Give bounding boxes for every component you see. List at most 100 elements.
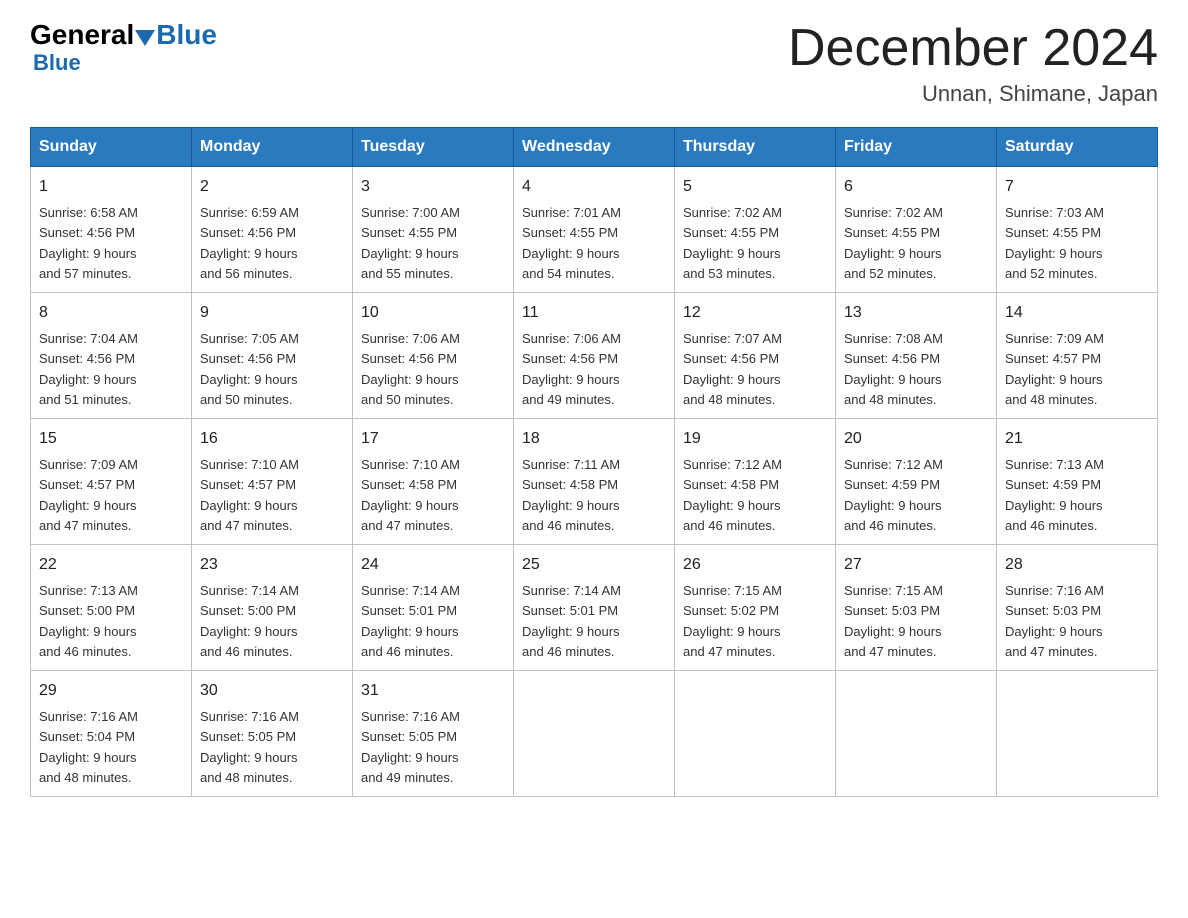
day-number: 1 <box>39 175 183 199</box>
calendar-cell: 3 Sunrise: 7:00 AM Sunset: 4:55 PM Daylig… <box>353 167 514 293</box>
calendar-cell <box>836 671 997 797</box>
day-number: 7 <box>1005 175 1149 199</box>
calendar-cell: 21 Sunrise: 7:13 AM Sunset: 4:59 PM Dayli… <box>997 419 1158 545</box>
logo-triangle-icon <box>135 30 155 46</box>
calendar-body: 1Sunrise: 6:58 AM Sunset: 4:56 PM Daylig… <box>31 167 1158 797</box>
calendar-cell: 10 Sunrise: 7:06 AM Sunset: 4:56 PM Dayli… <box>353 293 514 419</box>
week-row-4: 22Sunrise: 7:13 AM Sunset: 5:00 PM Dayli… <box>31 545 1158 671</box>
day-number: 31 <box>361 679 505 703</box>
day-info: Sunrise: 7:16 AM Sunset: 5:05 PM Dayligh… <box>200 709 299 785</box>
week-row-1: 1Sunrise: 6:58 AM Sunset: 4:56 PM Daylig… <box>31 167 1158 293</box>
day-number: 30 <box>200 679 344 703</box>
page-header: GeneralBlue Blue December 2024 Unnan, Sh… <box>30 20 1158 107</box>
calendar-cell: 27 Sunrise: 7:15 AM Sunset: 5:03 PM Dayli… <box>836 545 997 671</box>
calendar-cell: 14Sunrise: 7:09 AM Sunset: 4:57 PM Dayli… <box>997 293 1158 419</box>
header-day-tuesday: Tuesday <box>353 128 514 167</box>
calendar-cell: 23 Sunrise: 7:14 AM Sunset: 5:00 PM Dayli… <box>192 545 353 671</box>
logo-general-text: General <box>30 20 134 51</box>
week-row-5: 29Sunrise: 7:16 AM Sunset: 5:04 PM Dayli… <box>31 671 1158 797</box>
calendar-cell: 13 Sunrise: 7:08 AM Sunset: 4:56 PM Dayli… <box>836 293 997 419</box>
day-number: 28 <box>1005 553 1149 577</box>
header-day-friday: Friday <box>836 128 997 167</box>
calendar-cell: 28Sunrise: 7:16 AM Sunset: 5:03 PM Dayli… <box>997 545 1158 671</box>
day-info: Sunrise: 7:16 AM Sunset: 5:05 PM Dayligh… <box>361 709 460 785</box>
calendar-cell: 20 Sunrise: 7:12 AM Sunset: 4:59 PM Dayli… <box>836 419 997 545</box>
header-day-sunday: Sunday <box>31 128 192 167</box>
day-info: Sunrise: 7:16 AM Sunset: 5:04 PM Dayligh… <box>39 709 138 785</box>
logo-blue-text: Blue <box>156 20 217 51</box>
header-row: SundayMondayTuesdayWednesdayThursdayFrid… <box>31 128 1158 167</box>
day-info: Sunrise: 7:08 AM Sunset: 4:56 PM Dayligh… <box>844 331 943 407</box>
calendar-cell: 29Sunrise: 7:16 AM Sunset: 5:04 PM Dayli… <box>31 671 192 797</box>
calendar-cell: 7Sunrise: 7:03 AM Sunset: 4:55 PM Daylig… <box>997 167 1158 293</box>
day-info: Sunrise: 7:01 AM Sunset: 4:55 PM Dayligh… <box>522 205 621 281</box>
calendar-cell: 2 Sunrise: 6:59 AM Sunset: 4:56 PM Daylig… <box>192 167 353 293</box>
day-info: Sunrise: 7:14 AM Sunset: 5:01 PM Dayligh… <box>361 583 460 659</box>
calendar-cell: 19 Sunrise: 7:12 AM Sunset: 4:58 PM Dayli… <box>675 419 836 545</box>
day-info: Sunrise: 7:04 AM Sunset: 4:56 PM Dayligh… <box>39 331 138 407</box>
calendar-cell: 12 Sunrise: 7:07 AM Sunset: 4:56 PM Dayli… <box>675 293 836 419</box>
calendar-cell: 4 Sunrise: 7:01 AM Sunset: 4:55 PM Daylig… <box>514 167 675 293</box>
day-number: 5 <box>683 175 827 199</box>
day-info: Sunrise: 7:12 AM Sunset: 4:59 PM Dayligh… <box>844 457 943 533</box>
calendar-cell: 25Sunrise: 7:14 AM Sunset: 5:01 PM Dayli… <box>514 545 675 671</box>
calendar-cell: 30 Sunrise: 7:16 AM Sunset: 5:05 PM Dayli… <box>192 671 353 797</box>
day-info: Sunrise: 7:13 AM Sunset: 4:59 PM Dayligh… <box>1005 457 1104 533</box>
day-number: 21 <box>1005 427 1149 451</box>
day-info: Sunrise: 7:15 AM Sunset: 5:02 PM Dayligh… <box>683 583 782 659</box>
calendar-cell: 17Sunrise: 7:10 AM Sunset: 4:58 PM Dayli… <box>353 419 514 545</box>
calendar-cell <box>997 671 1158 797</box>
location-subtitle: Unnan, Shimane, Japan <box>788 81 1158 107</box>
title-section: December 2024 Unnan, Shimane, Japan <box>788 20 1158 107</box>
logo-blue-label: Blue <box>30 51 217 75</box>
day-info: Sunrise: 7:07 AM Sunset: 4:56 PM Dayligh… <box>683 331 782 407</box>
day-number: 12 <box>683 301 827 325</box>
day-number: 15 <box>39 427 183 451</box>
calendar-cell: 5 Sunrise: 7:02 AM Sunset: 4:55 PM Daylig… <box>675 167 836 293</box>
day-number: 2 <box>200 175 344 199</box>
calendar-header: SundayMondayTuesdayWednesdayThursdayFrid… <box>31 128 1158 167</box>
calendar-cell: 26Sunrise: 7:15 AM Sunset: 5:02 PM Dayli… <box>675 545 836 671</box>
header-day-thursday: Thursday <box>675 128 836 167</box>
day-number: 24 <box>361 553 505 577</box>
calendar-cell <box>675 671 836 797</box>
day-info: Sunrise: 7:02 AM Sunset: 4:55 PM Dayligh… <box>683 205 782 281</box>
day-number: 27 <box>844 553 988 577</box>
day-info: Sunrise: 7:06 AM Sunset: 4:56 PM Dayligh… <box>361 331 460 407</box>
day-number: 3 <box>361 175 505 199</box>
calendar-table: SundayMondayTuesdayWednesdayThursdayFrid… <box>30 127 1158 797</box>
header-day-saturday: Saturday <box>997 128 1158 167</box>
calendar-cell: 11Sunrise: 7:06 AM Sunset: 4:56 PM Dayli… <box>514 293 675 419</box>
day-number: 19 <box>683 427 827 451</box>
day-info: Sunrise: 7:00 AM Sunset: 4:55 PM Dayligh… <box>361 205 460 281</box>
day-number: 4 <box>522 175 666 199</box>
week-row-3: 15Sunrise: 7:09 AM Sunset: 4:57 PM Dayli… <box>31 419 1158 545</box>
day-info: Sunrise: 7:14 AM Sunset: 5:00 PM Dayligh… <box>200 583 299 659</box>
day-number: 9 <box>200 301 344 325</box>
calendar-cell: 24 Sunrise: 7:14 AM Sunset: 5:01 PM Dayli… <box>353 545 514 671</box>
header-day-wednesday: Wednesday <box>514 128 675 167</box>
day-info: Sunrise: 7:11 AM Sunset: 4:58 PM Dayligh… <box>522 457 620 533</box>
calendar-cell: 9 Sunrise: 7:05 AM Sunset: 4:56 PM Daylig… <box>192 293 353 419</box>
calendar-cell: 6Sunrise: 7:02 AM Sunset: 4:55 PM Daylig… <box>836 167 997 293</box>
day-number: 14 <box>1005 301 1149 325</box>
month-title: December 2024 <box>788 20 1158 77</box>
day-number: 20 <box>844 427 988 451</box>
calendar-cell: 15Sunrise: 7:09 AM Sunset: 4:57 PM Dayli… <box>31 419 192 545</box>
day-info: Sunrise: 7:12 AM Sunset: 4:58 PM Dayligh… <box>683 457 782 533</box>
week-row-2: 8Sunrise: 7:04 AM Sunset: 4:56 PM Daylig… <box>31 293 1158 419</box>
day-info: Sunrise: 7:15 AM Sunset: 5:03 PM Dayligh… <box>844 583 943 659</box>
day-number: 10 <box>361 301 505 325</box>
day-info: Sunrise: 7:13 AM Sunset: 5:00 PM Dayligh… <box>39 583 138 659</box>
logo: GeneralBlue Blue <box>30 20 217 75</box>
day-info: Sunrise: 7:14 AM Sunset: 5:01 PM Dayligh… <box>522 583 621 659</box>
day-info: Sunrise: 7:06 AM Sunset: 4:56 PM Dayligh… <box>522 331 621 407</box>
day-info: Sunrise: 7:05 AM Sunset: 4:56 PM Dayligh… <box>200 331 299 407</box>
calendar-cell: 18 Sunrise: 7:11 AM Sunset: 4:58 PM Dayli… <box>514 419 675 545</box>
day-info: Sunrise: 6:59 AM Sunset: 4:56 PM Dayligh… <box>200 205 299 281</box>
calendar-cell: 22Sunrise: 7:13 AM Sunset: 5:00 PM Dayli… <box>31 545 192 671</box>
day-number: 17 <box>361 427 505 451</box>
day-number: 18 <box>522 427 666 451</box>
day-number: 13 <box>844 301 988 325</box>
day-number: 23 <box>200 553 344 577</box>
